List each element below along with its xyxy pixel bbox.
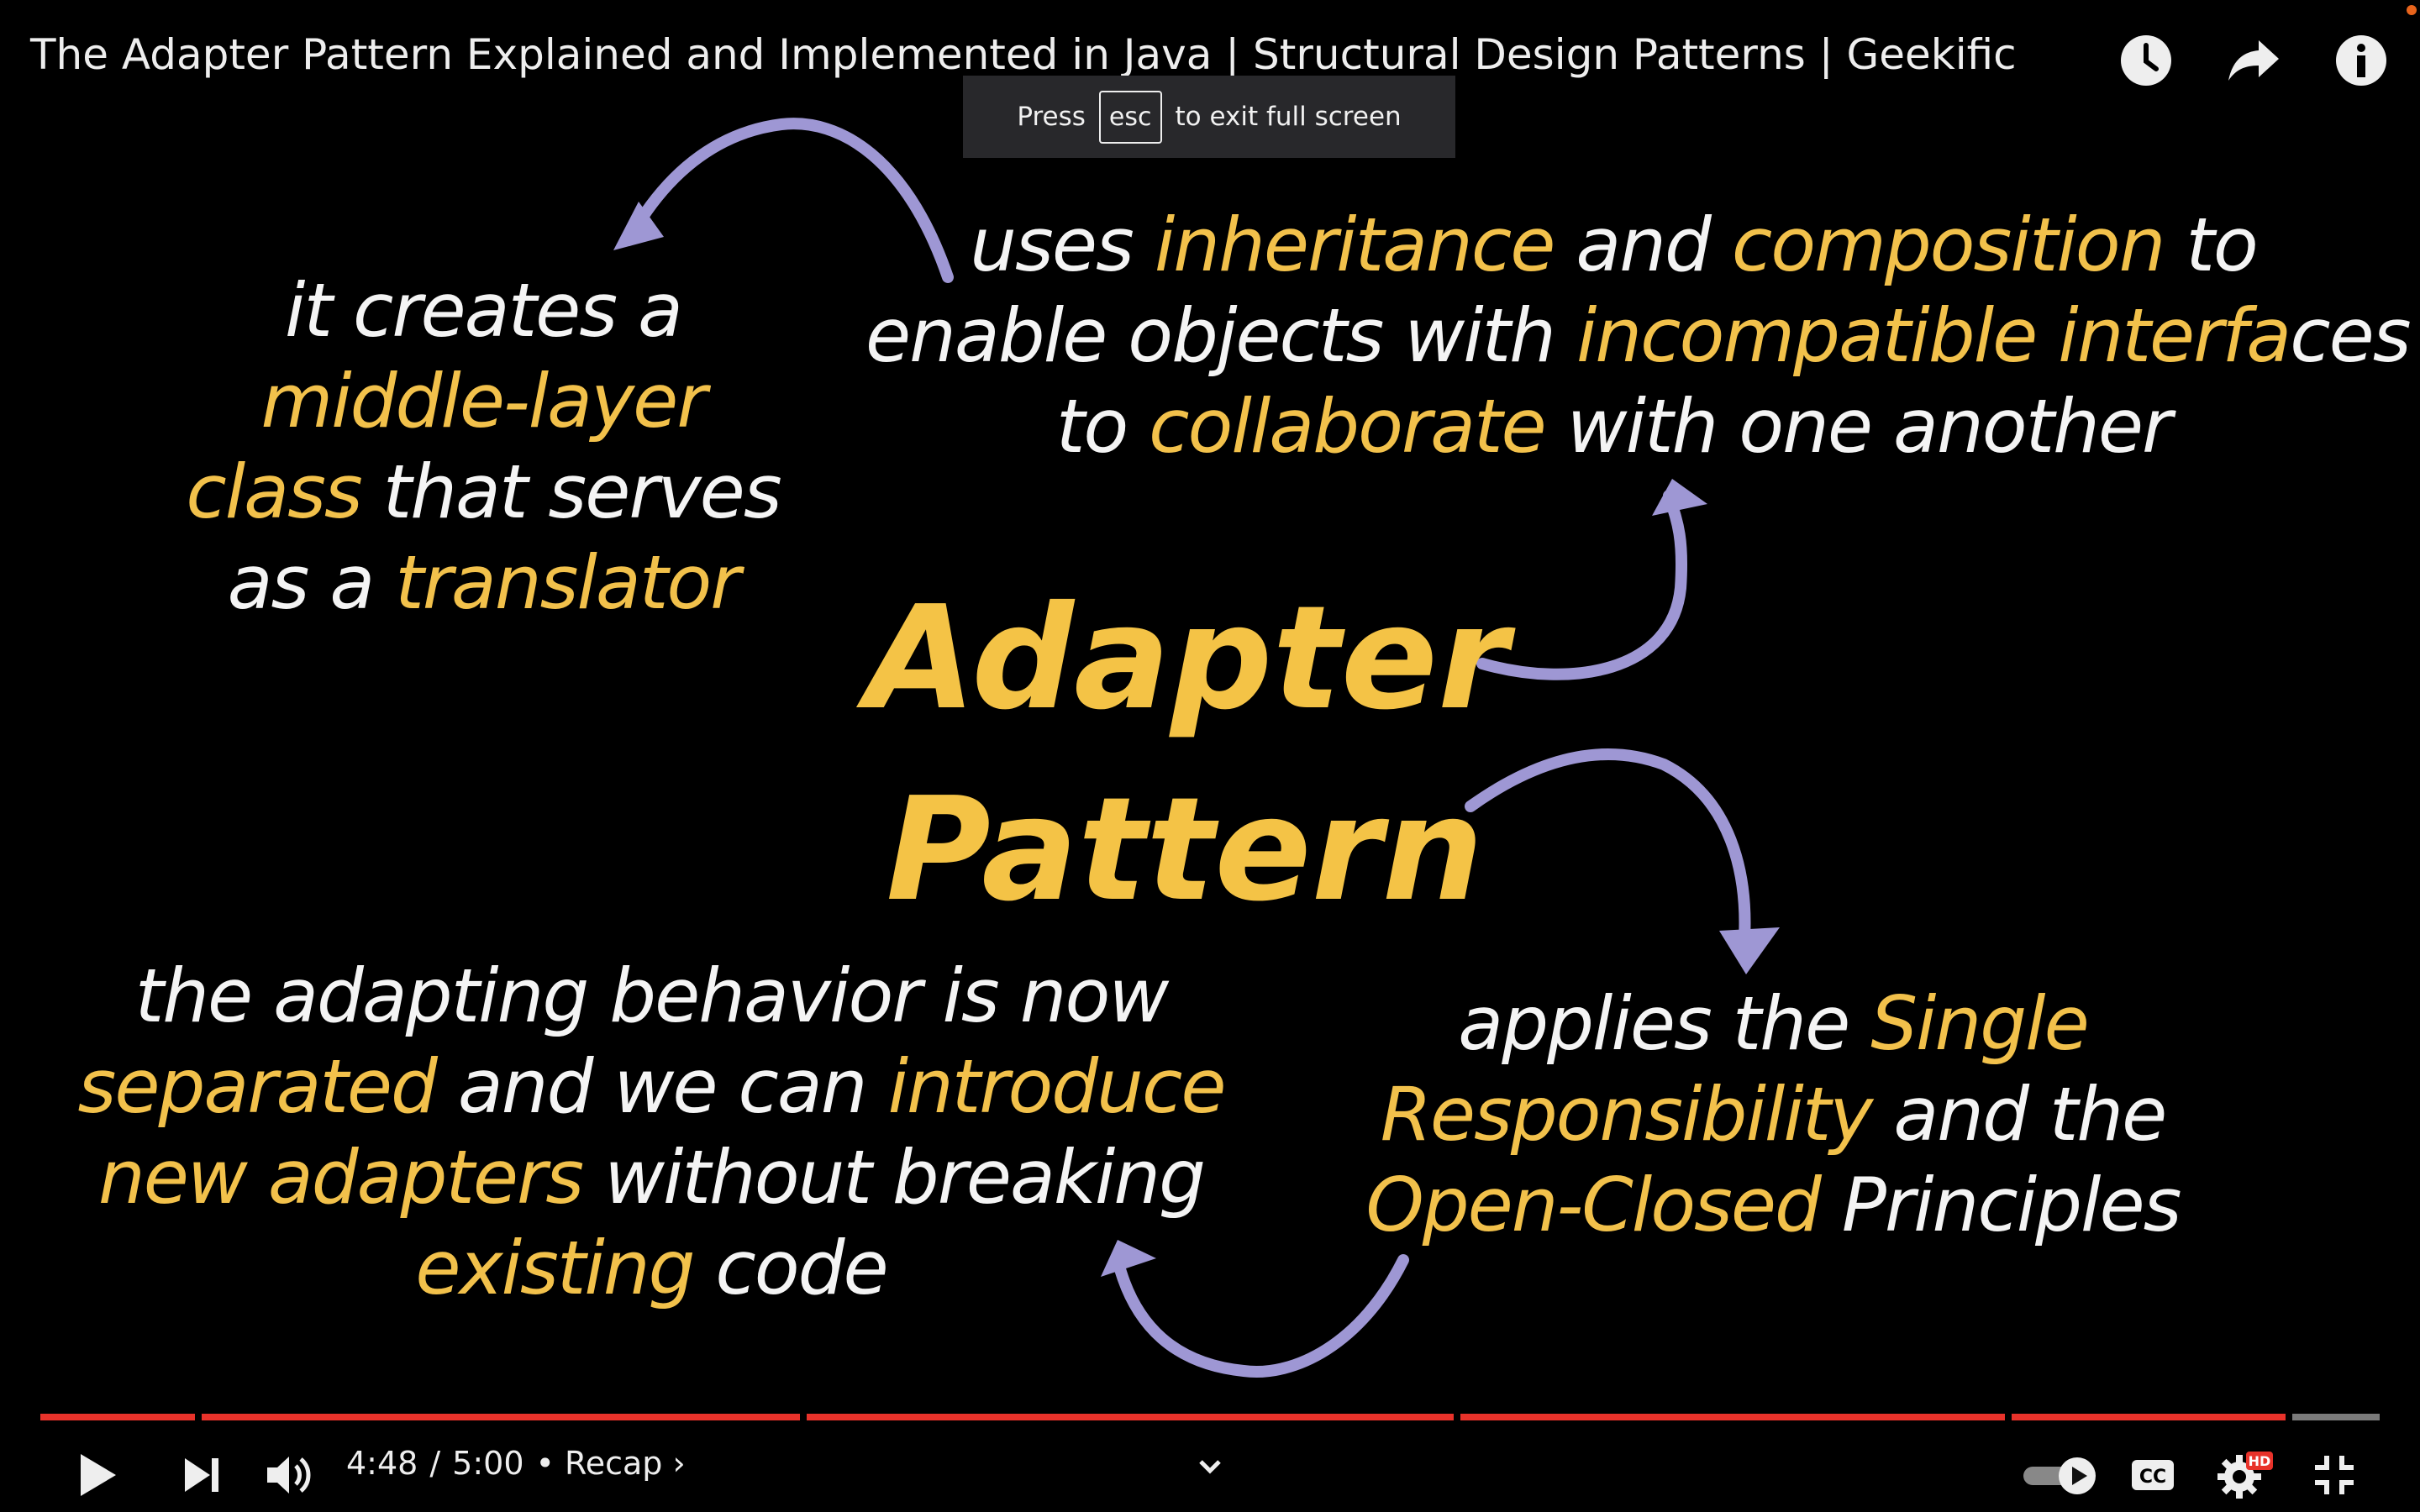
chapter-button[interactable]: • Recap ›	[536, 1445, 686, 1482]
heading-line-2: Pattern	[886, 767, 1484, 933]
duration: 5:00	[452, 1445, 524, 1482]
chapter-segment[interactable]	[202, 1414, 800, 1420]
highlight-text: new adapters	[97, 1134, 584, 1221]
highlight-text: introduce	[887, 1043, 1227, 1130]
note-line: existing code	[67, 1223, 1235, 1314]
captions-label: CC	[2139, 1467, 2166, 1488]
next-button[interactable]	[171, 1445, 232, 1505]
note-line: middle-layer	[168, 356, 798, 447]
note-line: enable objects with incompatible interfa…	[865, 291, 2412, 381]
note-line: Open-Closed Principles	[1353, 1160, 2193, 1251]
note-text: Principles	[1819, 1162, 2182, 1248]
chapter-title: • Recap	[535, 1445, 663, 1482]
captions-icon: CC	[2132, 1460, 2174, 1490]
chapter-segment[interactable]	[807, 1414, 1454, 1420]
autoplay-toggle[interactable]	[2020, 1445, 2101, 1505]
time-separator: /	[429, 1445, 441, 1482]
note-line: applies the Single	[1353, 979, 2193, 1069]
note-text: the adapting behavior is now	[134, 953, 1170, 1039]
play-button[interactable]	[67, 1445, 128, 1505]
gear-icon: HD	[2217, 1452, 2273, 1499]
arrow-right	[1476, 490, 1688, 680]
highlight-text: incompatible interfa	[1576, 292, 2291, 379]
note-bottom-left: the adapting behavior is now separated an…	[67, 951, 1235, 1314]
current-time: 4:48	[346, 1445, 418, 1482]
next-icon	[185, 1458, 218, 1492]
note-text: and	[1554, 202, 1732, 288]
note-text: without breaking	[582, 1134, 1206, 1221]
autoplay-toggle-icon	[2023, 1457, 2096, 1494]
note-line: uses inheritance and composition to	[865, 200, 2361, 291]
settings-button[interactable]: HD	[2215, 1445, 2275, 1505]
note-line: class that serves	[168, 447, 798, 538]
highlight-text: inheritance	[1154, 202, 1555, 288]
note-text: with one another	[1544, 383, 2173, 470]
note-text: uses	[970, 202, 1155, 288]
highlight-text: collaborate	[1149, 383, 1546, 470]
highlight-text: translator	[395, 539, 740, 626]
note-bottom-right: applies the Single Responsibility and the…	[1353, 979, 2193, 1251]
captions-button[interactable]: CC	[2123, 1445, 2183, 1505]
note-text: to	[2164, 202, 2258, 288]
note-line: the adapting behavior is now	[67, 951, 1235, 1042]
exit-fullscreen-button[interactable]	[2304, 1445, 2365, 1505]
note-text: that serves	[360, 449, 782, 535]
hd-badge: HD	[2249, 1453, 2271, 1469]
exit-fullscreen-icon	[2315, 1456, 2354, 1494]
highlight-text: separated	[77, 1043, 438, 1130]
progress-bar[interactable]	[40, 1414, 2380, 1420]
highlight-text: composition	[1731, 202, 2166, 288]
note-line: to collaborate with one another	[865, 381, 2361, 472]
highlight-text: middle-layer	[260, 358, 707, 444]
note-text: code	[693, 1225, 888, 1311]
note-text: and we can	[435, 1043, 888, 1130]
note-text: applies the	[1458, 980, 1871, 1067]
highlight-text: Single	[1870, 980, 2090, 1067]
chapter-segment-current[interactable]	[2012, 1414, 2286, 1420]
chevron-down-icon	[1199, 1460, 1221, 1474]
volume-button[interactable]	[259, 1445, 319, 1505]
highlight-text: Open-Closed	[1365, 1162, 1822, 1248]
note-text: as a	[227, 539, 396, 626]
note-line: Responsibility and the	[1353, 1069, 2193, 1160]
note-text: to	[1055, 383, 1150, 470]
chevron-right-icon: ›	[672, 1445, 686, 1482]
note-text: ces	[2290, 292, 2411, 379]
note-top-left: it creates a middle-layer class that serve…	[168, 265, 798, 628]
time-display: 4:48 / 5:00 • Recap ›	[346, 1445, 686, 1482]
note-top-right: uses inheritance and composition to enabl…	[865, 200, 2412, 472]
note-text: it creates a	[285, 267, 683, 354]
chapter-segment[interactable]	[40, 1414, 195, 1420]
expand-chapters-button[interactable]	[1180, 1436, 1240, 1497]
volume-icon	[267, 1457, 311, 1494]
note-line: new adapters without breaking	[67, 1132, 1235, 1223]
slide-heading: Adapter Pattern	[865, 563, 1508, 946]
video-frame[interactable]: it creates a middle-layer class that serve…	[0, 0, 2420, 1411]
highlight-text: Responsibility	[1380, 1071, 1874, 1158]
highlight-text: existing	[415, 1225, 695, 1311]
note-text: enable objects with	[865, 292, 1576, 379]
play-icon	[81, 1454, 116, 1496]
highlight-text: class	[186, 449, 362, 535]
arrow-middle	[1465, 748, 1751, 945]
chapter-segment-remaining[interactable]	[2292, 1414, 2380, 1420]
note-text: and the	[1871, 1071, 2167, 1158]
note-line: it creates a	[168, 265, 798, 356]
note-line: as a translator	[168, 538, 798, 628]
heading-line-1: Adapter	[865, 575, 1508, 742]
chapter-segment[interactable]	[1460, 1414, 2005, 1420]
note-line: separated and we can introduce	[67, 1042, 1235, 1132]
